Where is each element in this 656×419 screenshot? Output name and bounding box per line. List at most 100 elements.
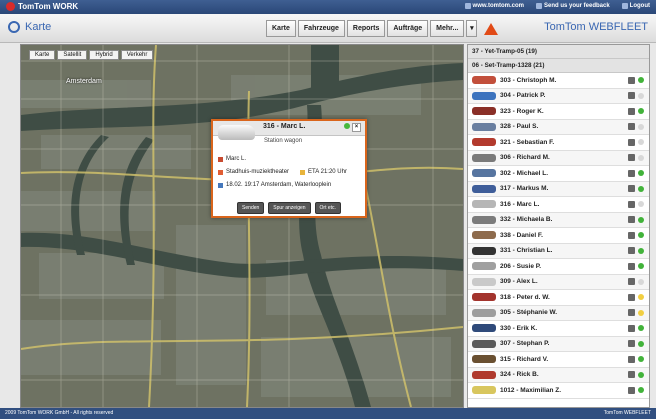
info-icon[interactable] bbox=[628, 309, 635, 317]
vehicle-type: Station wagon bbox=[264, 138, 303, 144]
info-icon[interactable] bbox=[628, 371, 635, 379]
map-mode-satellit[interactable]: Satellit bbox=[57, 50, 88, 60]
vehicle-icon bbox=[472, 153, 496, 162]
info-icon[interactable] bbox=[628, 247, 635, 255]
vehicle-icon bbox=[472, 308, 496, 317]
info-icon[interactable] bbox=[628, 76, 635, 84]
vehicle-row[interactable]: 338 - Daniel F. bbox=[468, 228, 649, 244]
info-icon[interactable] bbox=[628, 324, 635, 332]
info-icon[interactable] bbox=[628, 185, 635, 193]
tab-fahrzeuge[interactable]: Fahrzeuge bbox=[297, 20, 345, 37]
vehicle-row[interactable]: 304 - Patrick P. bbox=[468, 88, 649, 104]
group-header-1[interactable]: 37 - Yet-Tramp-05 (19) bbox=[468, 45, 649, 59]
vehicle-name: 328 - Paul S. bbox=[500, 123, 539, 131]
vehicle-list: 303 - Christoph M. 304 - Patrick P. 323 … bbox=[468, 73, 649, 399]
vehicle-row[interactable]: 321 - Sebastian F. bbox=[468, 135, 649, 151]
tab-karte[interactable]: Karte bbox=[266, 20, 296, 37]
location-button[interactable]: Ort etc. bbox=[314, 202, 341, 214]
vehicle-row[interactable]: 331 - Christian L. bbox=[468, 243, 649, 259]
top-link-logout[interactable]: Logout bbox=[621, 3, 650, 9]
vehicle-row[interactable]: 332 - Michaela B. bbox=[468, 212, 649, 228]
vehicle-icon bbox=[472, 122, 496, 131]
status-dot-icon bbox=[638, 278, 644, 285]
vehicle-row[interactable]: 306 - Richard M. bbox=[468, 150, 649, 166]
vehicle-name: 324 - Rick B. bbox=[500, 371, 539, 379]
map-mode-verkehr[interactable]: Verkehr bbox=[120, 50, 154, 60]
vehicle-icon bbox=[472, 231, 496, 240]
close-icon[interactable]: × bbox=[352, 123, 361, 132]
vehicle-name: 321 - Sebastian F. bbox=[500, 138, 555, 146]
top-links: www.tomtom.com Send us your feedback Log… bbox=[464, 3, 650, 9]
info-icon[interactable] bbox=[628, 386, 635, 394]
info-icon[interactable] bbox=[628, 278, 635, 286]
map-mode-hybrid[interactable]: Hybrid bbox=[89, 50, 119, 60]
group-header-2[interactable]: 06 - Set-Tramp-1328 (21) bbox=[468, 59, 649, 73]
info-icon[interactable] bbox=[628, 169, 635, 177]
vehicle-popup[interactable]: 316 - Marc L. × Station wagon Marc L. St… bbox=[211, 119, 367, 218]
vehicle-row[interactable]: 307 - Stephan P. bbox=[468, 336, 649, 352]
info-icon[interactable] bbox=[628, 216, 635, 224]
info-icon[interactable] bbox=[628, 355, 635, 363]
clock-icon bbox=[300, 169, 306, 175]
vehicle-icon bbox=[472, 76, 496, 85]
info-icon[interactable] bbox=[628, 293, 635, 301]
popup-actions: Senden Spur anzeigen Ort etc. bbox=[213, 202, 365, 214]
tab-reports[interactable]: Reports bbox=[346, 20, 386, 37]
vehicle-row[interactable]: 316 - Marc L. bbox=[468, 197, 649, 213]
map-view[interactable]: Karte Satellit Hybrid Verkehr Amsterdam … bbox=[20, 44, 464, 408]
warning-icon[interactable] bbox=[484, 22, 499, 35]
info-icon[interactable] bbox=[628, 262, 635, 270]
vehicle-row[interactable]: 1012 - Maximilian Z. bbox=[468, 383, 649, 399]
show-track-button[interactable]: Spur anzeigen bbox=[268, 202, 311, 214]
header: Karte Karte Fahrzeuge Reports Aufträge M… bbox=[0, 14, 656, 43]
vehicle-row[interactable]: 302 - Michael L. bbox=[468, 166, 649, 182]
tab-mehr[interactable]: Mehr... bbox=[430, 20, 465, 37]
top-link-feedback[interactable]: Send us your feedback bbox=[535, 3, 610, 9]
status-dot-icon bbox=[638, 371, 644, 378]
status-dot-icon bbox=[638, 154, 644, 161]
vehicle-row[interactable]: 328 - Paul S. bbox=[468, 119, 649, 135]
vehicle-name: 305 - Stéphanie W. bbox=[500, 309, 558, 317]
info-icon[interactable] bbox=[628, 200, 635, 208]
vehicle-icon bbox=[472, 386, 496, 395]
vehicle-row[interactable]: 317 - Markus M. bbox=[468, 181, 649, 197]
map-mode-karte[interactable]: Karte bbox=[29, 50, 56, 60]
vehicle-list-panel: 37 - Yet-Tramp-05 (19) 06 - Set-Tramp-13… bbox=[467, 44, 650, 408]
globe-icon bbox=[464, 3, 471, 9]
status-dot-icon bbox=[638, 294, 644, 301]
status-online-icon bbox=[344, 123, 350, 129]
vehicle-row[interactable]: 206 - Susie P. bbox=[468, 259, 649, 275]
vehicle-row[interactable]: 330 - Erik K. bbox=[468, 321, 649, 337]
vehicle-name: 331 - Christian L. bbox=[500, 247, 553, 255]
info-icon[interactable] bbox=[628, 231, 635, 239]
info-icon[interactable] bbox=[628, 138, 635, 146]
main-tabs: Karte Fahrzeuge Reports Aufträge Mehr...… bbox=[266, 20, 499, 37]
vehicle-name: 332 - Michaela B. bbox=[500, 216, 553, 224]
brand: TomTom WORK bbox=[6, 2, 78, 11]
vehicle-row[interactable]: 305 - Stéphanie W. bbox=[468, 305, 649, 321]
info-icon[interactable] bbox=[628, 123, 635, 131]
info-icon[interactable] bbox=[628, 154, 635, 162]
vehicle-icon bbox=[472, 355, 496, 364]
tab-auftraege[interactable]: Aufträge bbox=[387, 20, 429, 37]
map-toolbar: Karte Satellit Hybrid Verkehr bbox=[29, 50, 154, 60]
vehicle-row[interactable]: 318 - Peter d. W. bbox=[468, 290, 649, 306]
footer: 2009 TomTom WORK GmbH - All rights reser… bbox=[0, 408, 656, 419]
top-link-website[interactable]: www.tomtom.com bbox=[464, 3, 524, 9]
vehicle-row[interactable]: 309 - Alex L. bbox=[468, 274, 649, 290]
vehicle-icon bbox=[472, 246, 496, 255]
info-icon[interactable] bbox=[628, 107, 635, 115]
vehicle-row[interactable]: 323 - Roger K. bbox=[468, 104, 649, 120]
vehicle-name: 309 - Alex L. bbox=[500, 278, 538, 286]
status-dot-icon bbox=[638, 340, 644, 347]
tab-dropdown[interactable]: ▾ bbox=[466, 20, 478, 37]
map-icon bbox=[8, 21, 20, 33]
info-icon[interactable] bbox=[628, 340, 635, 348]
product-title: TomTom WEBFLEET bbox=[544, 21, 648, 33]
send-button[interactable]: Senden bbox=[237, 202, 265, 214]
vehicle-row[interactable]: 315 - Richard V. bbox=[468, 352, 649, 368]
vehicle-row[interactable]: 324 - Rick B. bbox=[468, 367, 649, 383]
vehicle-icon bbox=[472, 370, 496, 379]
info-icon[interactable] bbox=[628, 92, 635, 100]
vehicle-row[interactable]: 303 - Christoph M. bbox=[468, 73, 649, 89]
